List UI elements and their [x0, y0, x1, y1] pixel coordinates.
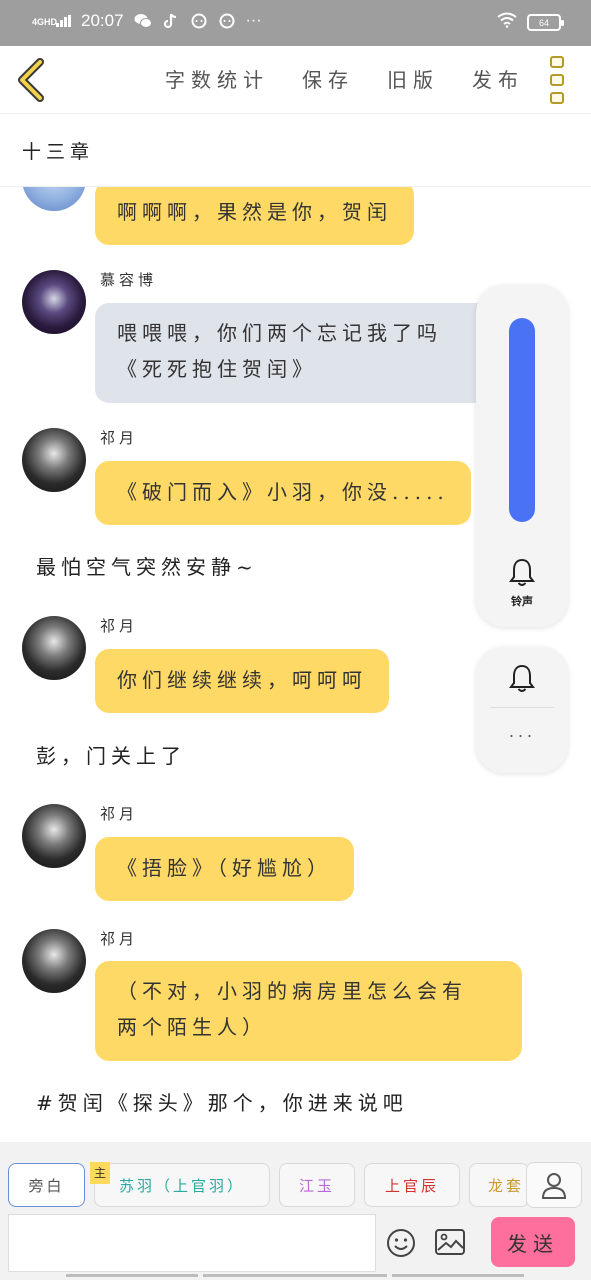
avatar[interactable] [22, 929, 86, 993]
message-bubble[interactable]: 喂喂喂，你们两个忘记我了吗 《死死抱住贺闰》 [95, 303, 495, 403]
chapter-title[interactable]: 十三章 [22, 137, 94, 164]
clock: 20:07 [81, 11, 124, 30]
word-count-button[interactable]: 字数统计 [165, 64, 269, 93]
message-text: 两个陌生人） [117, 1015, 267, 1039]
speaker-name: 慕容博 [100, 271, 158, 289]
speaker-name: 祁月 [100, 429, 139, 447]
more-options-button[interactable]: ··· [476, 725, 568, 746]
narration-text[interactable]: 彭，门关上了 [36, 740, 186, 769]
send-button[interactable]: 发送 [491, 1217, 575, 1267]
role-tab-narrator[interactable]: 旁白 [8, 1163, 85, 1207]
speaker-name: 祁月 [100, 617, 139, 635]
cellular-signal-icon: 4GHD [32, 15, 71, 27]
composer: 旁白 主 苏羽（上官羽） 江玉 上官辰 龙套 发送 [0, 1142, 591, 1280]
avatar[interactable] [22, 804, 86, 868]
divider [490, 707, 554, 708]
role-tab-jiang-yu[interactable]: 江玉 [279, 1163, 355, 1207]
role-tab-extras[interactable]: 龙套 [469, 1163, 529, 1207]
publish-button[interactable]: 发布 [472, 64, 524, 93]
role-label: 旁白 [28, 1176, 65, 1195]
battery-icon: 64 [527, 14, 564, 31]
back-button[interactable] [14, 58, 50, 102]
ringer-panel: ··· [476, 647, 568, 773]
message-bubble[interactable]: 啊啊啊，果然是你，贺闰 [95, 187, 414, 245]
message-bubble[interactable]: 《捂脸》（好尴尬） [95, 837, 354, 901]
message-text: 《死死抱住贺闰》 [117, 357, 317, 381]
role-label: 江玉 [298, 1176, 335, 1195]
message-bubble[interactable]: 《破门而入》小羽，你没..... [95, 461, 471, 525]
message-text: 《捂脸》（好尴尬） [117, 856, 332, 880]
message-text: （不对，小羽的病房里怎么会有 [117, 979, 467, 1003]
message-text: 《破门而入》小羽，你没..... [117, 480, 449, 504]
role-label: 龙套 [488, 1176, 525, 1195]
avatar[interactable] [22, 616, 86, 680]
role-tab-su-yu[interactable]: 苏羽（上官羽） [94, 1163, 270, 1207]
wechat-icon [134, 12, 152, 30]
old-version-button[interactable]: 旧版 [387, 64, 439, 93]
image-icon[interactable] [434, 1228, 466, 1256]
avatar[interactable] [22, 187, 86, 211]
top-toolbar: 字数统计 保存 旧版 发布 [0, 46, 591, 114]
network-type: 4GHD [32, 17, 58, 27]
role-tab-shangguan-chen[interactable]: 上官辰 [364, 1163, 460, 1207]
status-bar: 4GHD 20:07 ··· 64 [0, 0, 591, 46]
narration-text[interactable]: #贺闰《探头》那个，你进来说吧 [36, 1087, 408, 1116]
home-indicator [203, 1274, 387, 1277]
avatar[interactable] [22, 270, 86, 334]
ringtone-label: 铃声 [511, 595, 533, 608]
speaker-name: 祁月 [100, 930, 139, 948]
more-dots-icon: ··· [245, 12, 262, 29]
battery-level: 64 [538, 17, 549, 28]
message-text: 喂喂喂，你们两个忘记我了吗 [117, 321, 442, 345]
home-indicator [66, 1274, 198, 1277]
message-input[interactable] [8, 1214, 376, 1272]
save-button[interactable]: 保存 [302, 64, 354, 93]
vertical-menu-icon[interactable] [550, 56, 568, 104]
bell-icon[interactable] [508, 557, 536, 587]
emoji-icon[interactable] [386, 1228, 416, 1258]
message-text: 你们继续继续，呵呵呵 [117, 668, 367, 692]
volume-slider[interactable] [509, 318, 535, 522]
narration-text[interactable]: 最怕空气突然安静~ [36, 551, 258, 580]
role-label: 上官辰 [384, 1176, 439, 1195]
avatar[interactable] [22, 428, 86, 492]
speaker-name: 祁月 [100, 805, 139, 823]
message-bubble[interactable]: （不对，小羽的病房里怎么会有 两个陌生人） [95, 961, 522, 1061]
chapter-header: 十三章 [0, 115, 591, 187]
person-icon[interactable] [526, 1162, 582, 1208]
main-character-badge: 主 [90, 1162, 110, 1184]
message-text: 啊啊啊，果然是你，贺闰 [117, 200, 392, 224]
role-label: 苏羽（上官羽） [118, 1176, 245, 1195]
chevron-left-icon [18, 58, 44, 102]
message-bubble[interactable]: 你们继续继续，呵呵呵 [95, 649, 389, 713]
tiktok-icon [162, 12, 180, 30]
chat-bubble-icon [218, 12, 236, 30]
home-indicator [392, 1274, 524, 1277]
bell-icon[interactable] [508, 663, 536, 693]
volume-panel: 铃声 [476, 285, 568, 627]
chat-bubble-icon [190, 12, 208, 30]
wifi-icon [497, 12, 517, 33]
